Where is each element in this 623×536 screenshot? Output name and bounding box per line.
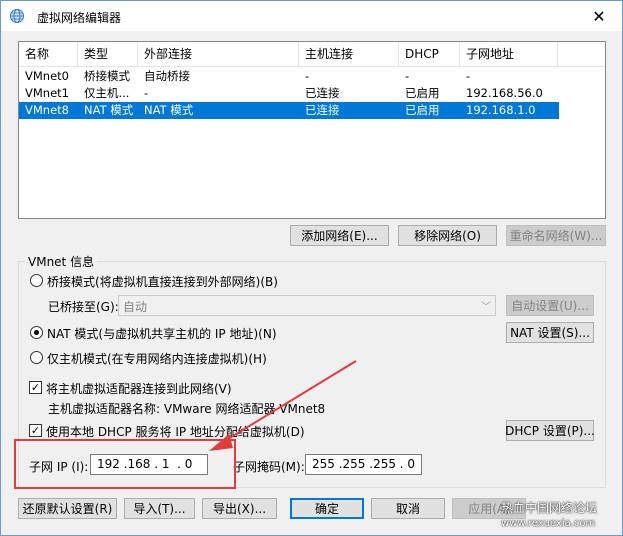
nat-settings-button[interactable]: NAT 设置(S)... — [506, 322, 594, 343]
column-header-type[interactable]: 类型 — [78, 42, 138, 67]
auto-settings-button[interactable]: 自动设置(U)... — [506, 295, 594, 316]
globe-icon — [10, 9, 24, 23]
window-title: 虚拟网络编辑器 — [37, 11, 122, 25]
host-only-radio[interactable] — [30, 351, 43, 364]
connect-adapter-checkbox[interactable]: ✓ — [29, 381, 42, 394]
dhcp-settings-button[interactable]: DHCP 设置(P)... — [505, 420, 595, 441]
restore-defaults-button[interactable]: 还原默认设置(R) — [18, 498, 117, 519]
cell-name: VMnet1 — [25, 86, 69, 100]
watermark-line1: 热血中国网络论坛 — [501, 501, 598, 515]
title-bar: 虚拟网络编辑器 ✕ — [1, 1, 622, 31]
column-header-host[interactable]: 主机连接 — [299, 42, 399, 67]
list-header: 名称 类型 外部连接 主机连接 DHCP 子网地址 — [19, 42, 605, 67]
cell-host: 已连接 — [305, 103, 340, 117]
cell-name: VMnet0 — [25, 69, 69, 83]
bridged-to-value: 自动 — [123, 300, 148, 314]
cell-external: NAT 模式 — [144, 103, 194, 117]
cell-dhcp: - — [405, 69, 410, 83]
watermark: 热血中国网络论坛 www.rexuexia.com — [501, 499, 623, 536]
subnet-mask-input[interactable]: 255 .255 .255 . 0 — [305, 454, 422, 475]
cell-name: VMnet8 — [25, 103, 69, 117]
export-button[interactable]: 导出(X)... — [202, 498, 277, 519]
nat-mode-label[interactable]: NAT 模式(与虚拟机共享主机的 IP 地址)(N) — [47, 325, 277, 342]
bridged-to-select[interactable]: 自动 ﹀ — [118, 295, 496, 316]
subnet-mask-label: 子网掩码(M): — [233, 460, 305, 474]
bridged-mode-label[interactable]: 桥接模式(将虚拟机直接连接到外部网络)(B) — [47, 273, 278, 290]
watermark-line2: www.rexuexia.com — [501, 518, 596, 529]
table-row-selected[interactable]: VMnet8 NAT 模式 NAT 模式 已连接 已启用 192.168.1.0 — [19, 102, 559, 119]
cell-type: 仅主机... — [84, 86, 130, 100]
cancel-button[interactable]: 取消 — [371, 498, 445, 519]
cell-external: 自动桥接 — [144, 69, 190, 83]
column-header-dhcp[interactable]: DHCP — [399, 42, 460, 67]
chevron-down-icon: ﹀ — [481, 302, 491, 313]
table-row[interactable]: VMnet0 桥接模式 自动桥接 - - - — [19, 68, 605, 85]
cell-host: - — [305, 69, 310, 83]
ok-button[interactable]: 确定 — [290, 498, 364, 519]
annotation-arrow-icon — [209, 360, 357, 451]
cell-host: 已连接 — [305, 86, 340, 100]
close-button[interactable]: ✕ — [576, 1, 622, 31]
dhcp-checkbox[interactable]: ✓ — [29, 424, 42, 437]
vmnet-info-title: VMnet 信息 — [25, 253, 98, 270]
column-header-external[interactable]: 外部连接 — [138, 42, 299, 67]
cell-external: - — [144, 86, 149, 100]
cell-type: NAT 模式 — [84, 103, 134, 117]
column-header-subnet[interactable]: 子网地址 — [460, 42, 558, 67]
cell-subnet: - — [466, 69, 471, 83]
cell-subnet: 192.168.56.0 — [466, 86, 543, 100]
bridged-to-label: 已桥接至(G): — [48, 300, 119, 314]
table-row[interactable]: VMnet1 仅主机... - 已连接 已启用 192.168.56.0 — [19, 85, 605, 102]
rename-network-button[interactable]: 重命名网络(W)... — [506, 225, 606, 246]
cell-dhcp: 已启用 — [405, 86, 440, 100]
cell-type: 桥接模式 — [84, 69, 130, 83]
cell-subnet: 192.168.1.0 — [466, 103, 536, 117]
column-header-name[interactable]: 名称 — [19, 42, 78, 67]
import-button[interactable]: 导入(T)... — [124, 498, 195, 519]
network-list[interactable]: 名称 类型 外部连接 主机连接 DHCP 子网地址 VMnet0 桥接模式 自动… — [18, 41, 606, 219]
nat-mode-radio[interactable] — [30, 326, 43, 339]
remove-network-button[interactable]: 移除网络(O) — [398, 225, 497, 246]
add-network-button[interactable]: 添加网络(E)... — [290, 225, 389, 246]
virtual-network-editor-window: 虚拟网络编辑器 ✕ 名称 类型 外部连接 主机连接 DHCP 子网地址 VMne… — [0, 0, 623, 536]
cell-dhcp: 已启用 — [405, 103, 440, 117]
bridged-mode-radio[interactable] — [30, 274, 43, 287]
